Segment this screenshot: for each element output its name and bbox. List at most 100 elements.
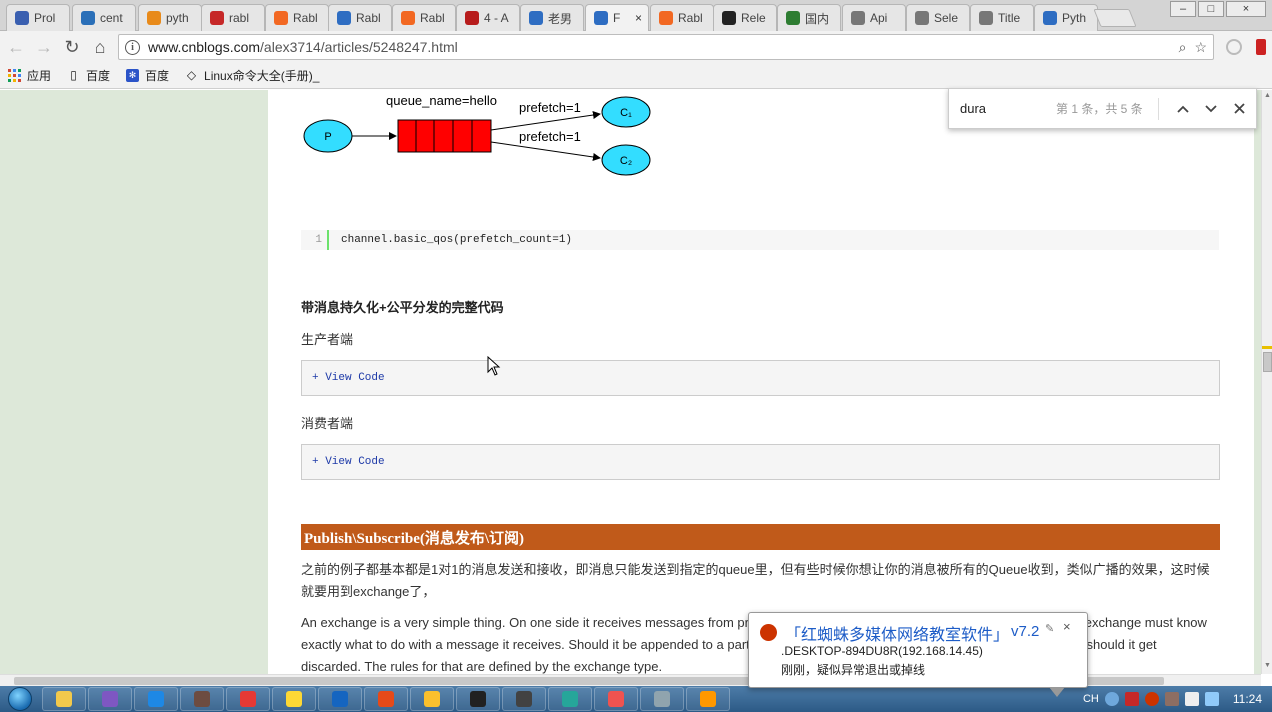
browser-tab[interactable]: Sele — [906, 4, 970, 31]
notification-version: v7.2 — [1011, 623, 1040, 640]
taskbar-app-button[interactable] — [502, 687, 546, 711]
taskbar-app-button[interactable] — [318, 687, 362, 711]
bookmark-linux[interactable]: ◇ Linux命令大全(手册)_ — [185, 67, 319, 84]
taskbar-app-button[interactable] — [180, 687, 224, 711]
scrollbar-thumb[interactable] — [1263, 352, 1272, 372]
antivirus-icon[interactable] — [1124, 692, 1139, 706]
taskbar-app-button[interactable] — [410, 687, 454, 711]
find-input[interactable] — [960, 101, 1056, 116]
bookmark-star-icon[interactable]: ☆ — [1194, 39, 1207, 56]
notification-balloon[interactable]: 「红蜘蛛多媒体网络教室软件」 v7.2 ✎ × .DESKTOP-894DU8R… — [748, 612, 1088, 697]
browser-tab[interactable]: pyth — [138, 4, 202, 31]
extension-icon[interactable] — [1226, 39, 1242, 55]
tray-app-icon[interactable] — [1164, 692, 1179, 706]
scroll-up-arrow[interactable]: ▲ — [1264, 92, 1271, 99]
browser-tab[interactable]: Title — [970, 4, 1034, 31]
back-button[interactable]: ← — [2, 33, 30, 61]
close-window-button[interactable]: × — [1226, 1, 1266, 17]
info-icon[interactable]: i — [125, 39, 140, 55]
page-viewport: queue_name=hello P prefetch=1 prefetch=1… — [0, 90, 1261, 674]
tools-icon — [194, 691, 210, 707]
language-indicator[interactable]: CH — [1083, 693, 1099, 705]
bookmark-baidu-2[interactable]: ✻ 百度 — [126, 67, 169, 84]
start-button[interactable] — [0, 686, 40, 712]
find-match-marker — [1262, 346, 1272, 349]
find-previous-button[interactable] — [1169, 95, 1197, 123]
producer-label: P — [324, 131, 331, 143]
browser-tab[interactable]: rabl — [201, 4, 265, 31]
home-button[interactable]: ⌂ — [86, 33, 114, 61]
notification-close-button[interactable]: × — [1063, 619, 1071, 634]
taskbar-clock[interactable]: 11:24 — [1233, 692, 1262, 706]
volume-icon[interactable] — [1204, 692, 1219, 706]
taskbar-app-button[interactable] — [548, 687, 592, 711]
find-next-button[interactable] — [1197, 95, 1225, 123]
taskbar-app-button[interactable] — [226, 687, 270, 711]
vertical-scrollbar[interactable]: ▲ ▼ — [1261, 90, 1272, 674]
view-code-toggle-producer[interactable]: + View Code — [301, 360, 1220, 396]
blog-icon — [529, 11, 543, 25]
maximize-button[interactable]: □ — [1198, 1, 1224, 17]
forward-button[interactable]: → — [30, 33, 58, 61]
taskbar-apps — [40, 687, 730, 711]
taskbar-app-button[interactable] — [594, 687, 638, 711]
producer-label: 生产者端 — [301, 332, 354, 347]
find-close-button[interactable] — [1225, 95, 1253, 123]
browser-tab[interactable]: 老男 — [520, 4, 584, 31]
taskbar-app-button[interactable] — [364, 687, 408, 711]
word-icon — [332, 691, 348, 707]
extension-record-icon[interactable] — [1256, 39, 1266, 55]
tab-label: cent — [100, 11, 123, 25]
browser-tab[interactable]: Rele — [713, 4, 777, 31]
browser-tab[interactable]: 4 - A — [456, 4, 520, 31]
taskbar-app-button[interactable] — [686, 687, 730, 711]
browser-toolbar: ← → ↻ ⌂ i www.cnblogs.com/alex3714/artic… — [0, 31, 1272, 63]
page-icon — [786, 11, 800, 25]
window-controls: – □ × — [1170, 1, 1266, 17]
reload-button[interactable]: ↻ — [58, 33, 86, 61]
rabbitmq-icon — [659, 11, 673, 25]
browser-tab[interactable]: 国内 — [777, 4, 841, 31]
scroll-down-arrow[interactable]: ▼ — [1264, 662, 1271, 669]
search-app-icon — [654, 691, 670, 707]
taskbar-app-button[interactable] — [456, 687, 500, 711]
browser-tab[interactable]: Api — [842, 4, 906, 31]
windows-logo-icon — [8, 687, 32, 711]
help-icon[interactable] — [1104, 692, 1119, 706]
code-line: channel.basic_qos(prefetch_count=1) — [341, 234, 573, 246]
browser-tab[interactable]: Rabl — [650, 4, 714, 31]
browser-tab[interactable]: F × — [585, 4, 649, 31]
taskbar-app-button[interactable] — [640, 687, 684, 711]
app-icon — [562, 691, 578, 707]
red-spider-icon[interactable] — [1144, 692, 1159, 706]
search-icon[interactable]: ⌕ — [1179, 39, 1187, 56]
browser-tab[interactable]: Rabl — [328, 4, 392, 31]
pin-icon[interactable]: ✎ — [1045, 622, 1054, 635]
taskbar-app-button[interactable] — [134, 687, 178, 711]
taskbar-app-button[interactable] — [272, 687, 316, 711]
find-bar: 第 1 条，共 5 条 — [948, 88, 1257, 129]
address-bar[interactable]: i www.cnblogs.com/alex3714/articles/5248… — [118, 34, 1214, 60]
taskbar-app-button[interactable] — [42, 687, 86, 711]
article-content: queue_name=hello P prefetch=1 prefetch=1… — [268, 90, 1254, 674]
minimize-button[interactable]: – — [1170, 1, 1196, 17]
tab-label: Rabl — [420, 11, 445, 25]
tab-label: pyth — [166, 11, 189, 25]
bookmark-baidu-1[interactable]: ▯ 百度 — [67, 67, 110, 84]
new-tab-button[interactable] — [1093, 9, 1137, 27]
browser-tab[interactable]: Pyth — [1034, 4, 1098, 31]
bookmark-apps[interactable]: 应用 — [8, 67, 51, 84]
consumer2-arrow — [490, 141, 601, 161]
taskbar-app-button[interactable] — [88, 687, 132, 711]
rabbitmq-prefetch-diagram: queue_name=hello P prefetch=1 prefetch=1… — [303, 93, 651, 176]
explorer-icon — [424, 691, 440, 707]
network-icon[interactable] — [1184, 692, 1199, 706]
tab-close-button[interactable]: × — [635, 11, 642, 25]
browser-tab[interactable]: Rabl — [265, 4, 329, 31]
folder-icon — [56, 691, 72, 707]
browser-tab[interactable]: cent — [72, 4, 136, 31]
save-icon — [148, 691, 164, 707]
browser-tab[interactable]: Rabl — [392, 4, 456, 31]
view-code-toggle-consumer[interactable]: + View Code — [301, 444, 1220, 480]
browser-tab[interactable]: Prol — [6, 4, 70, 31]
